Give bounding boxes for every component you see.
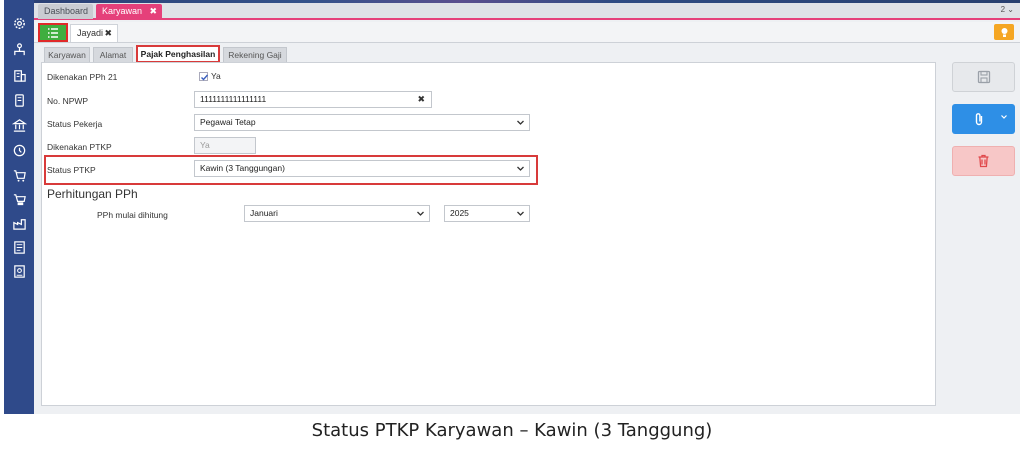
year-select[interactable]: 2025 (444, 205, 530, 222)
attach-button[interactable] (952, 104, 1015, 134)
perhitungan-pph-title: Perhitungan PPh (47, 187, 138, 201)
record-tab-label: Jayadi (77, 28, 104, 38)
npwp-value: 1111111111111111 (200, 94, 267, 104)
image-caption: Status PTKP Karyawan – Kawin (3 Tanggung… (311, 420, 713, 441)
chevron-down-icon (517, 166, 524, 171)
status-pekerja-value: Pegawai Tetap (200, 117, 256, 127)
window-count-dropdown[interactable]: 2 ⌄ (1001, 5, 1014, 14)
form-panel: Dikenakan PPh 21 Ya No. NPWP 11111111111… (41, 62, 936, 406)
factory-icon[interactable] (10, 214, 28, 232)
pph21-checkbox[interactable] (199, 72, 209, 81)
cart-icon[interactable] (10, 166, 28, 184)
bulb-icon (1001, 27, 1007, 37)
clear-icon[interactable]: ✖ (417, 92, 425, 107)
trash-icon (978, 154, 989, 168)
year-value: 2025 (450, 208, 469, 218)
report-icon[interactable] (10, 238, 28, 256)
record-toolbar: Jayadi ✖ (34, 22, 1020, 43)
checkmark-icon (201, 74, 209, 81)
building-icon[interactable] (10, 66, 28, 84)
pph-mulai-label: PPh mulai dihitung (97, 210, 168, 220)
tab-karyawan[interactable]: Karyawan ✖ (96, 4, 162, 19)
dikenakan-ptkp-value: Ya (200, 140, 210, 150)
npwp-label: No. NPWP (47, 96, 89, 106)
chevron-down-icon (517, 211, 524, 216)
status-ptkp-value: Kawin (3 Tanggungan) (200, 163, 285, 173)
npwp-input[interactable]: 1111111111111111 ✖ (194, 91, 432, 108)
paperclip-icon (975, 112, 982, 125)
status-pekerja-label: Status Pekerja (47, 119, 103, 129)
list-icon (48, 27, 58, 38)
chevron-down-icon (417, 211, 424, 216)
month-value: Januari (250, 208, 278, 218)
left-sidebar (4, 0, 34, 414)
app-window: Dashboard Karyawan ✖ 2 ⌄ Jayadi ✖ Karyaw… (4, 0, 1020, 414)
bank-icon[interactable] (10, 116, 28, 134)
pph21-label: Dikenakan PPh 21 (47, 72, 118, 82)
dikenakan-ptkp-field: Ya (194, 137, 256, 154)
clock-icon[interactable] (10, 141, 28, 159)
month-select[interactable]: Januari (244, 205, 430, 222)
truck-cart-icon[interactable] (10, 190, 28, 208)
phone-icon[interactable] (10, 91, 28, 109)
close-icon[interactable]: ✖ (104, 25, 112, 42)
chevron-down-icon (517, 120, 524, 125)
org-icon[interactable] (10, 40, 28, 58)
close-icon[interactable]: ✖ (149, 4, 157, 19)
save-button[interactable] (952, 62, 1015, 92)
menu-button[interactable] (38, 23, 68, 42)
floppy-icon (977, 70, 990, 84)
chevron-down-icon (1001, 115, 1007, 119)
dikenakan-ptkp-label: Dikenakan PTKP (47, 142, 112, 152)
record-tab[interactable]: Jayadi ✖ (70, 24, 118, 42)
tab-rekening-gaji[interactable]: Rekening Gaji (223, 47, 287, 62)
delete-button[interactable] (952, 146, 1015, 176)
pph21-value: Ya (211, 71, 221, 81)
tab-karyawan-label: Karyawan (102, 6, 143, 16)
tab-pajak-penghasilan[interactable]: Pajak Penghasilan (136, 45, 220, 63)
tab-karyawan-form[interactable]: Karyawan (44, 47, 90, 62)
tab-alamat[interactable]: Alamat (93, 47, 133, 62)
window-tab-bar: Dashboard Karyawan ✖ 2 ⌄ (34, 3, 1020, 20)
tips-button[interactable] (994, 24, 1014, 40)
tab-dashboard-label: Dashboard (44, 6, 89, 16)
status-ptkp-label: Status PTKP (47, 165, 96, 175)
tab-dashboard[interactable]: Dashboard (38, 4, 93, 19)
status-ptkp-select[interactable]: Kawin (3 Tanggungan) (194, 160, 530, 177)
status-pekerja-select[interactable]: Pegawai Tetap (194, 114, 530, 131)
gear-icon[interactable] (10, 14, 28, 32)
document-icon[interactable] (10, 262, 28, 280)
